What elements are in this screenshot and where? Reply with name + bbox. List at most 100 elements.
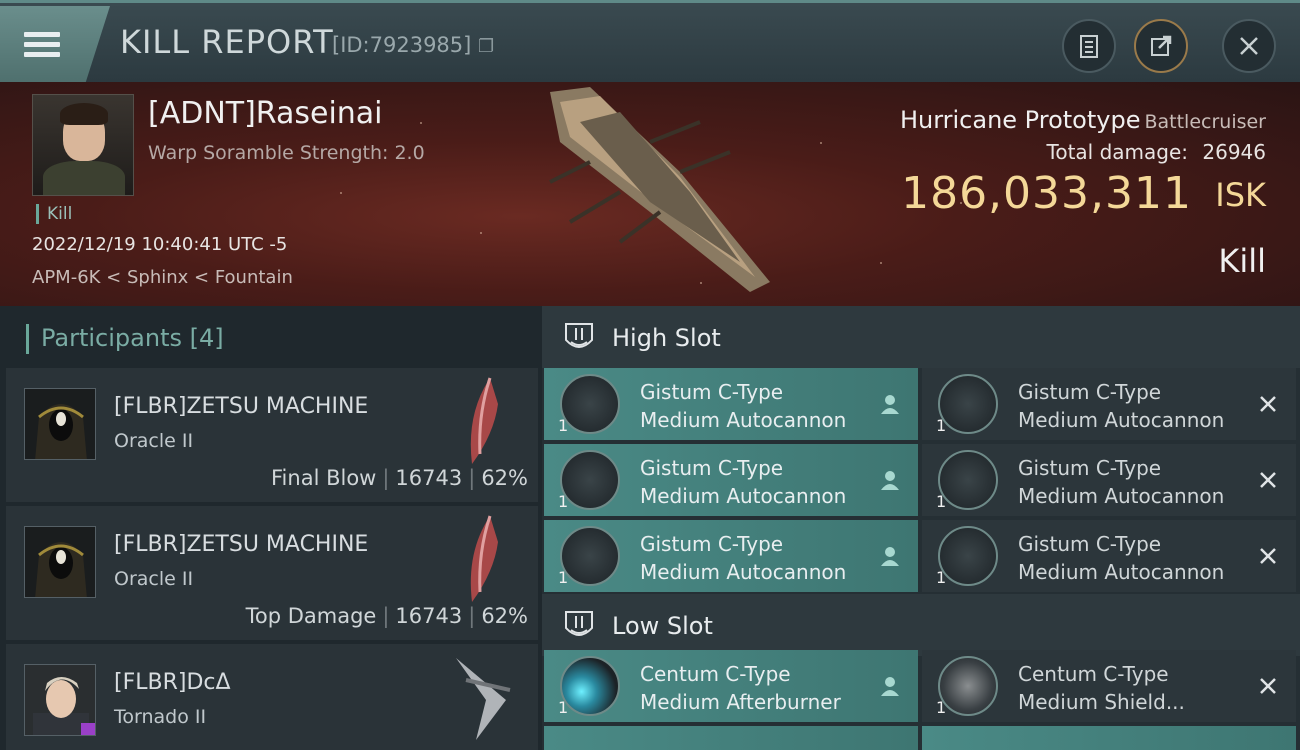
module-type: Medium Autocannon: [640, 484, 847, 508]
module-item[interactable]: 1 Gistum C-Type Medium Autocannon: [544, 520, 918, 592]
module-quantity: 1: [936, 492, 947, 511]
x-icon: [1260, 548, 1276, 564]
module-item[interactable]: 1 Gistum C-Type Medium Autocannon: [922, 444, 1296, 516]
kill-summary-banner: [ADNT]Raseinai Warp Soramble Strength: 2…: [0, 82, 1300, 306]
module-item[interactable]: 1 Gistum C-Type Medium Autocannon: [544, 368, 918, 440]
participant-role: Final Blow: [271, 466, 377, 490]
module-type: Medium Autocannon: [640, 408, 847, 432]
total-damage-label: Total damage:: [1046, 140, 1189, 164]
total-damage: Total damage: 26946: [1047, 140, 1266, 164]
participant-ship: Oracle II: [114, 430, 194, 452]
module-item[interactable]: 1 Centum C-Type Medium Shield...: [922, 650, 1296, 722]
module-item[interactable]: 1 Gistum C-Type Medium Autocannon: [922, 368, 1296, 440]
participant-ship: Tornado II: [114, 706, 207, 728]
participants-label: Participants: [41, 324, 182, 352]
victim-ship-image: [549, 87, 770, 292]
top-bar: KILL REPORT [ID:7923985] ❐: [0, 0, 1300, 82]
module-name: Centum C-Type: [1018, 662, 1169, 686]
participant-row[interactable]: [FLBR]ZETSU MACHINE Oracle II Final Blow…: [6, 368, 538, 502]
afterburner-icon: [560, 656, 620, 716]
participants-header: Participants [4]: [26, 324, 224, 354]
participant-damage: 16743: [395, 604, 463, 628]
pilot-icon: [881, 547, 899, 566]
isk-unit: ISK: [1215, 176, 1266, 214]
module-quantity: 1: [558, 492, 569, 511]
victim-portrait[interactable]: [32, 94, 134, 196]
turret-icon: [560, 374, 620, 434]
participants-panel: Participants [4] [FLBR]ZETSU MACHINE Ora…: [0, 306, 542, 750]
x-icon: [1260, 678, 1276, 694]
close-button[interactable]: [1222, 19, 1276, 73]
report-id[interactable]: [ID:7923985] ❐: [332, 33, 494, 57]
module-quantity: 1: [558, 698, 569, 717]
report-id-text: [ID:7923985]: [332, 33, 472, 57]
export-button[interactable]: [1134, 19, 1188, 73]
module-quantity: 1: [558, 416, 569, 435]
participant-percent: 62%: [481, 604, 528, 628]
low-slot-header: Low Slot: [542, 594, 1300, 656]
ship-class: Battlecruiser: [1144, 111, 1266, 133]
participant-ship-icon: [470, 515, 498, 602]
participant-ship-icon: [470, 377, 498, 464]
menu-button[interactable]: [0, 6, 110, 82]
module-item[interactable]: 1 Centum C-Type Medium Afterburner: [544, 650, 918, 722]
menu-icon: [24, 27, 60, 62]
turret-icon: [560, 526, 620, 586]
participant-portrait: [24, 526, 96, 598]
turret-icon: [560, 450, 620, 510]
participant-row[interactable]: [FLBR]ZETSU MACHINE Oracle II Top Damage…: [6, 506, 538, 640]
module-name: Centum C-Type: [640, 662, 791, 686]
participant-ship: Oracle II: [114, 568, 194, 590]
participant-name: [FLBR]ZETSU MACHINE: [114, 532, 369, 557]
participant-portrait: [24, 664, 96, 736]
module-name: Gistum C-Type: [640, 532, 784, 556]
low-slot-icon: [565, 611, 593, 636]
participant-row[interactable]: [FLBR]DcΔ Tornado II: [6, 644, 538, 750]
high-slot-icon: [565, 323, 593, 348]
turret-icon: [938, 450, 998, 510]
module-item[interactable]: 1 Gistum C-Type Medium Autocannon: [544, 444, 918, 516]
copy-icon[interactable]: ❐: [478, 36, 494, 57]
module-type: Medium Shield...: [1018, 690, 1185, 714]
participant-role: Top Damage: [245, 604, 377, 628]
participant-name: [FLBR]DcΔ: [114, 670, 231, 695]
module-type: Medium Autocannon: [1018, 408, 1225, 432]
turret-icon: [938, 374, 998, 434]
shield-icon: [938, 656, 998, 716]
victim-ship-name[interactable]: Hurricane Prototype Battlecruiser: [900, 106, 1266, 134]
participants-count: [4]: [189, 324, 224, 352]
module-quantity: 1: [936, 568, 947, 587]
victim-name[interactable]: [ADNT]Raseinai: [148, 96, 383, 131]
clipboard-icon: [1080, 35, 1098, 58]
module-quantity: 1: [936, 698, 947, 717]
clipboard-button[interactable]: [1062, 19, 1116, 73]
low-slot-label: Low Slot: [612, 612, 713, 640]
high-slot-label: High Slot: [612, 324, 721, 352]
module-item[interactable]: 1 Gistum C-Type Medium Autocannon: [922, 520, 1296, 592]
ship-type-name: Hurricane Prototype: [899, 106, 1141, 134]
module-type: Medium Afterburner: [640, 690, 841, 714]
module-item-partial[interactable]: [922, 726, 1296, 750]
participant-percent: 62%: [481, 466, 528, 490]
module-name: Gistum C-Type: [1018, 532, 1162, 556]
module-type: Medium Autocannon: [1018, 560, 1225, 584]
module-name: Gistum C-Type: [1018, 380, 1162, 404]
high-slot-header: High Slot: [542, 306, 1300, 368]
close-icon: [1240, 37, 1258, 55]
kill-location[interactable]: APM-6K < Sphinx < Fountain: [32, 267, 293, 288]
isk-value: 186,033,311: [901, 168, 1192, 219]
result-label: Kill: [1218, 242, 1266, 280]
pilot-icon: [881, 471, 899, 490]
participant-ship-icon: [456, 658, 511, 740]
total-damage-value: 26946: [1202, 140, 1266, 164]
pilot-icon: [881, 677, 899, 696]
x-icon: [1260, 396, 1276, 412]
module-type: Medium Autocannon: [1018, 484, 1225, 508]
kill-tag: Kill: [36, 204, 72, 224]
module-name: Gistum C-Type: [1018, 456, 1162, 480]
module-item-partial[interactable]: [544, 726, 918, 750]
warp-scramble-strength: Warp Soramble Strength: 2.0: [148, 142, 425, 164]
page-title: KILL REPORT: [120, 23, 334, 61]
turret-icon: [938, 526, 998, 586]
fitting-panel: High Slot 1 Gistum C-Type Medium Autocan…: [542, 306, 1300, 750]
